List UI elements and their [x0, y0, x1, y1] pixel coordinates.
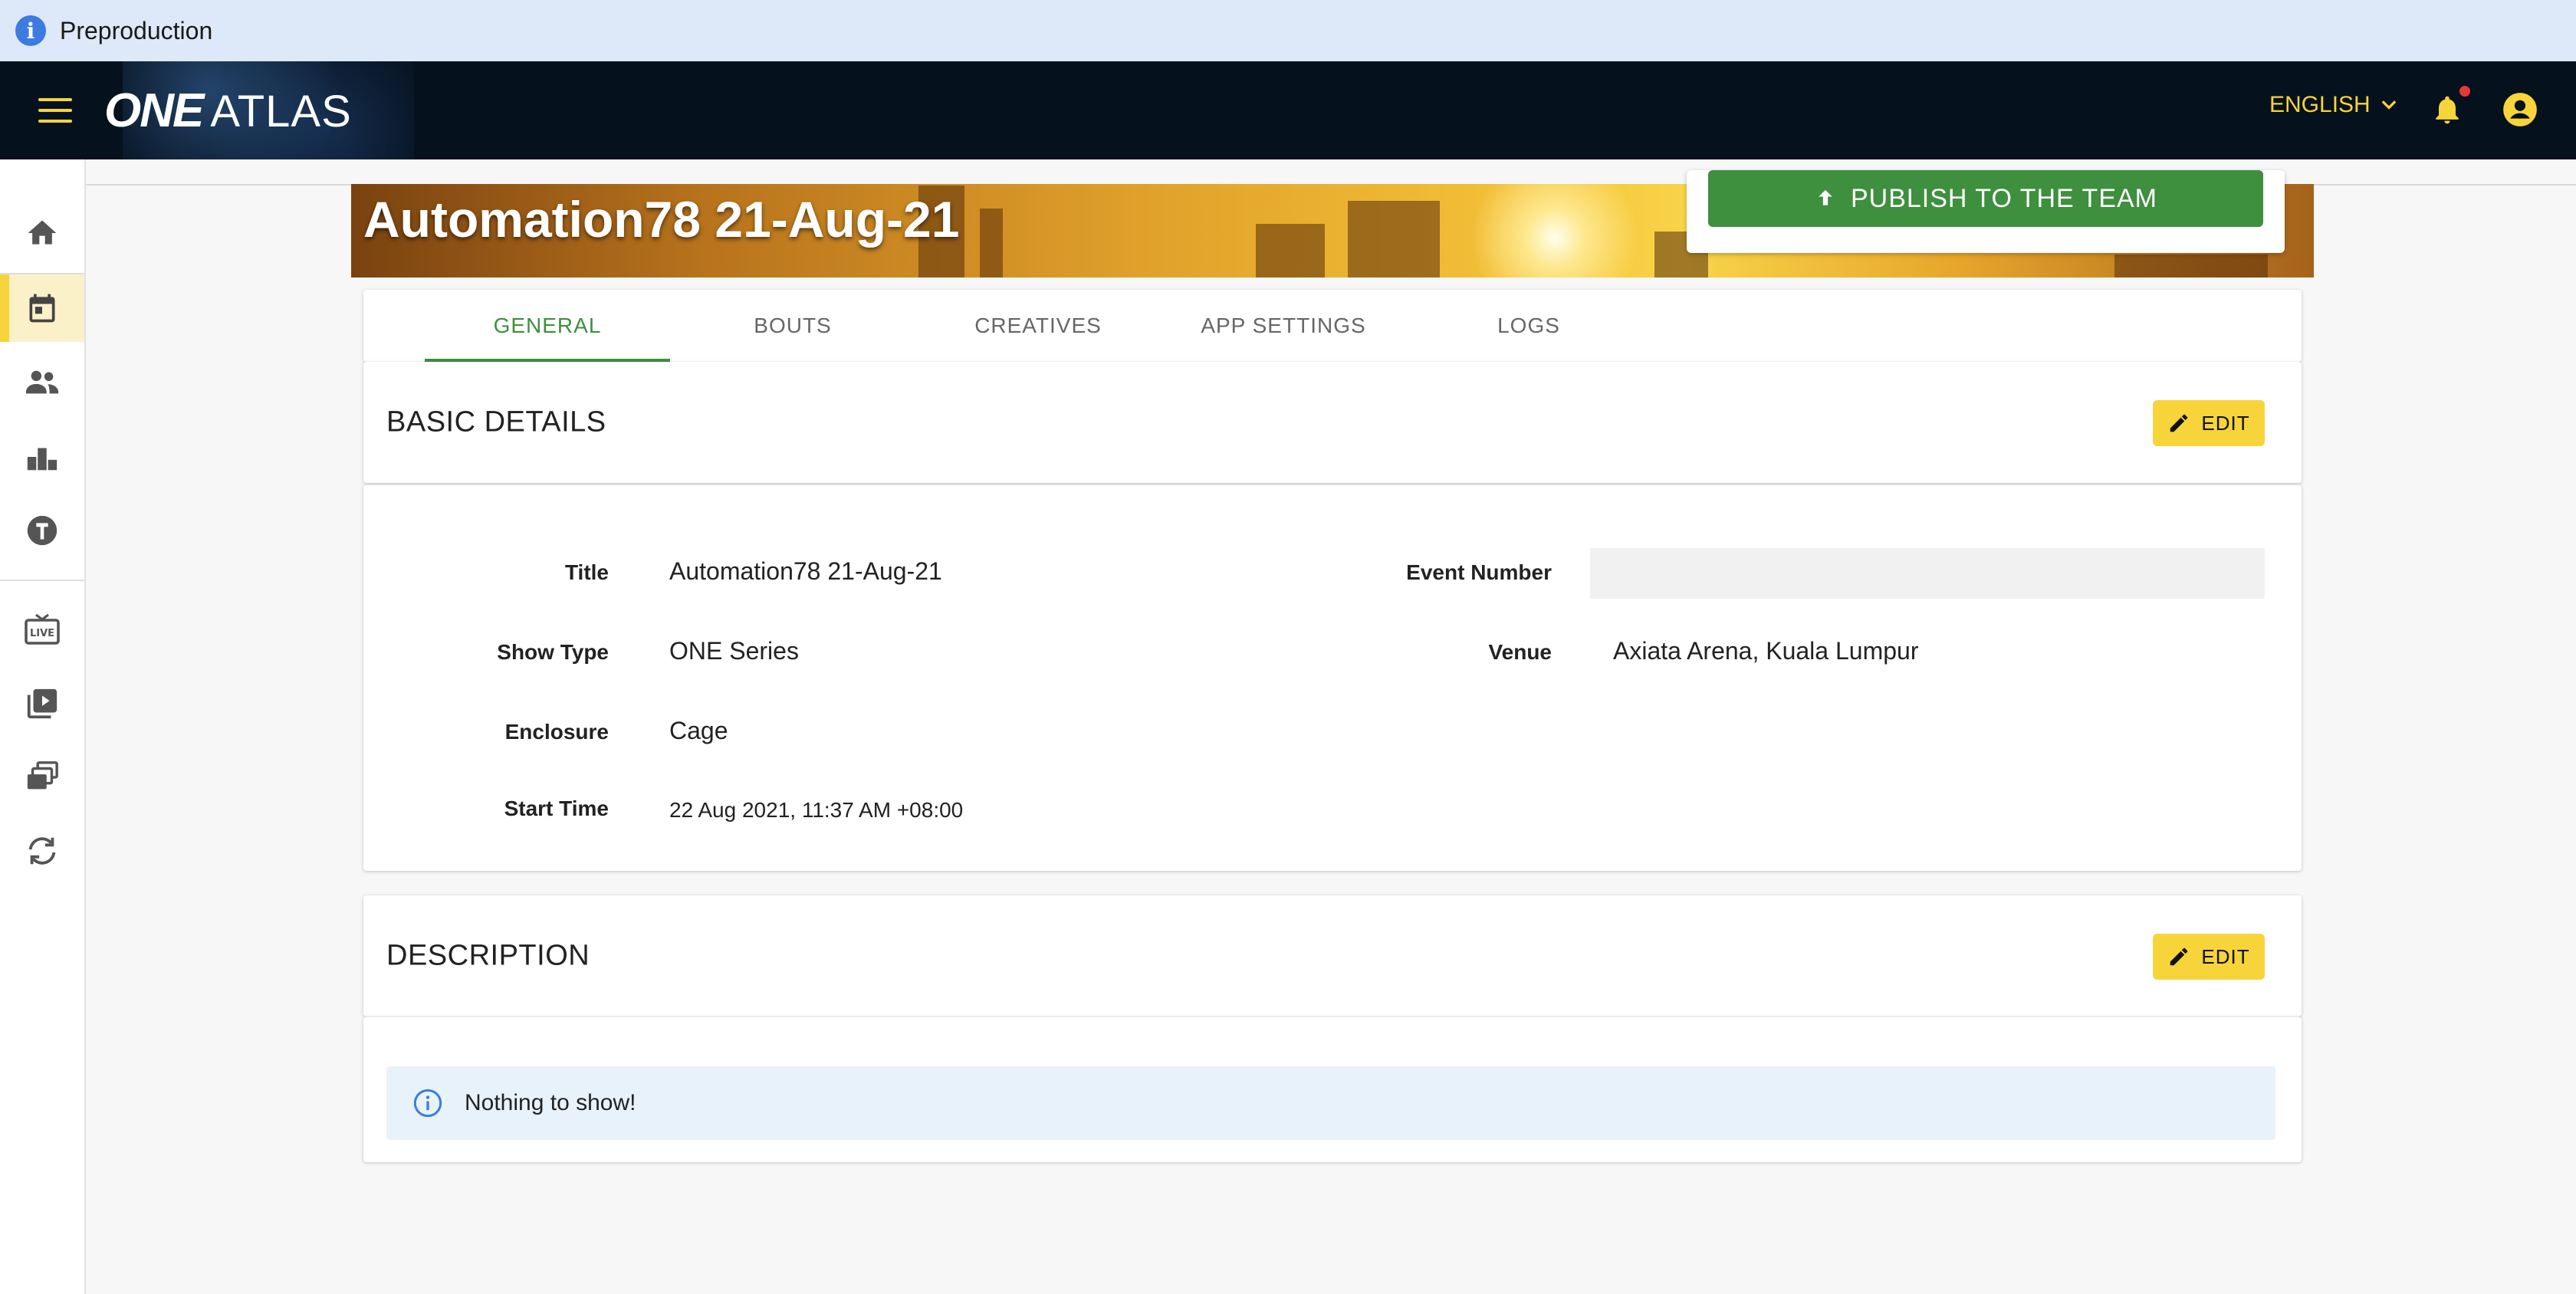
sidebar-item-media[interactable]: [0, 744, 84, 811]
app-logo[interactable]: ONE ATLAS: [104, 84, 352, 138]
account-button[interactable]: [2501, 90, 2539, 133]
sidebar-item-live[interactable]: LIVE: [0, 596, 84, 664]
event-number-label: Event Number: [1406, 560, 1552, 584]
show-type-label: Show Type: [497, 640, 609, 664]
sidebar-item-videos[interactable]: [0, 670, 84, 737]
people-icon: [25, 370, 59, 394]
info-icon: i: [15, 15, 46, 46]
sidebar: LIVE: [0, 159, 86, 1294]
upload-arrow-icon: [1819, 189, 1832, 205]
language-label: ENGLISH: [2269, 92, 2371, 117]
sidebar-item-home[interactable]: [0, 199, 84, 267]
environment-banner: i Preproduction: [0, 0, 2576, 61]
sidebar-item-rankings[interactable]: [0, 423, 84, 491]
sun-graphic: [1470, 184, 1639, 278]
event-number-field: [1590, 548, 2265, 599]
account-circle-icon: [2503, 93, 2537, 126]
chevron-down-icon: [2381, 100, 2397, 110]
sync-icon: [28, 837, 56, 865]
start-time-value: 22 Aug 2021, 11:37 AM +08:00: [669, 798, 964, 822]
venue-label: Venue: [1488, 640, 1552, 664]
info-outline-icon: [413, 1089, 442, 1118]
video-library-icon: [27, 688, 58, 719]
tab-creatives[interactable]: CREATIVES: [915, 290, 1161, 362]
tab-logs[interactable]: LOGS: [1406, 290, 1651, 362]
title-label: Title: [564, 560, 609, 584]
pencil-icon: [2170, 414, 2188, 432]
sidebar-item-athletes[interactable]: [0, 348, 84, 415]
shield-icon: [27, 515, 58, 546]
sidebar-item-events[interactable]: [0, 274, 84, 342]
live-tv-icon: LIVE: [25, 613, 60, 645]
calendar-icon: [29, 294, 55, 323]
notifications-button[interactable]: [2430, 90, 2464, 133]
bell-icon: [2436, 96, 2459, 124]
edit-basic-details-button[interactable]: EDIT: [2153, 400, 2265, 446]
sidebar-item-teams[interactable]: [0, 497, 84, 564]
tabs-bar: GENERAL BOUTS CREATIVES APP SETTINGS LOG…: [363, 290, 2302, 362]
tab-general[interactable]: GENERAL: [425, 290, 670, 362]
gallery-icon: [27, 761, 58, 790]
basic-details-heading: BASIC DETAILS: [386, 406, 606, 438]
description-body: Nothing to show!: [363, 1016, 2302, 1162]
notification-badge: [2459, 86, 2470, 97]
basic-details-body: Title Automation78 21-Aug-21 Show Type O…: [363, 484, 2302, 871]
description-heading: DESCRIPTION: [386, 939, 590, 972]
environment-label: Preproduction: [60, 16, 213, 44]
enclosure-value: Cage: [669, 717, 728, 744]
tab-bouts[interactable]: BOUTS: [670, 290, 915, 362]
edit-description-button[interactable]: EDIT: [2153, 934, 2265, 980]
venue-value: Axiata Arena, Kuala Lumpur: [1613, 637, 1919, 665]
start-time-label: Start Time: [504, 796, 609, 820]
event-title: Automation78 21-Aug-21: [363, 191, 960, 248]
description-header: DESCRIPTION EDIT: [363, 895, 2302, 1016]
basic-details-header: BASIC DETAILS EDIT: [363, 362, 2302, 483]
tab-app-settings[interactable]: APP SETTINGS: [1161, 290, 1406, 362]
podium-icon: [27, 448, 58, 471]
home-icon: [28, 220, 57, 245]
title-value: Automation78 21-Aug-21: [669, 557, 942, 585]
enclosure-label: Enclosure: [504, 720, 609, 744]
svg-text:LIVE: LIVE: [30, 628, 54, 639]
publish-to-team-button[interactable]: PUBLISH TO THE TEAM: [1708, 170, 2263, 227]
language-selector[interactable]: ENGLISH: [2269, 92, 2400, 118]
menu-button[interactable]: [38, 98, 72, 123]
sidebar-item-sync[interactable]: [0, 817, 84, 885]
show-type-value: ONE Series: [669, 637, 799, 665]
empty-state-message: Nothing to show!: [465, 1090, 636, 1115]
empty-state-alert: Nothing to show!: [386, 1066, 2275, 1140]
pencil-icon: [2170, 948, 2188, 966]
app-bar: ONE ATLAS ENGLISH: [0, 61, 2576, 159]
